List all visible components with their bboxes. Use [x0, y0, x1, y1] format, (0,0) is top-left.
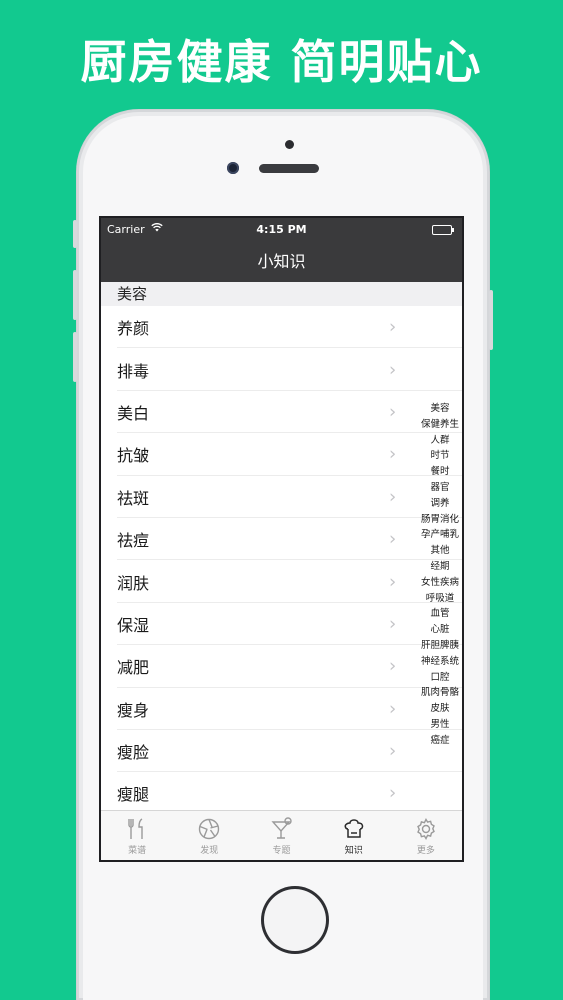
list-item-label: 祛斑: [117, 488, 150, 508]
chevron-right-icon: ›: [389, 740, 397, 762]
index-item[interactable]: 器官: [430, 480, 449, 496]
status-bar: Carrier 4:15 PM: [101, 218, 462, 242]
list-item-label: 瘦脸: [117, 743, 150, 763]
list-item[interactable]: 保湿 ›: [101, 603, 462, 646]
list-item-label: 瘦腿: [117, 785, 150, 805]
section-index[interactable]: 美容 保健养生 人群 时节 餐时 器官 调养 肠胃消化 孕产哺乳 其他 经期 女…: [417, 401, 462, 749]
chevron-right-icon: ›: [389, 655, 397, 677]
index-item[interactable]: 保健养生: [421, 417, 459, 433]
knowledge-list: 养颜 › 排毒 › 美白 › 抗皱 › 祛斑 › 祛痘 › 润肤 › 保湿 › 减肥 › 瘦身 › …: [101, 306, 462, 816]
list-item[interactable]: 瘦身 ›: [101, 688, 462, 731]
chevron-right-icon: ›: [389, 443, 397, 465]
chevron-right-icon: ›: [389, 528, 397, 550]
list-item[interactable]: 祛痘 ›: [101, 518, 462, 561]
index-item[interactable]: 餐时: [430, 464, 449, 480]
list-item[interactable]: 瘦腿 ›: [101, 772, 462, 816]
power-button: [489, 290, 493, 350]
chevron-right-icon: ›: [389, 613, 397, 635]
chevron-right-icon: ›: [389, 316, 397, 338]
earpiece-speaker: [259, 164, 319, 173]
proximity-sensor: [285, 140, 294, 149]
index-item[interactable]: 肝胆脾胰: [421, 638, 459, 654]
tab-label: 更多: [416, 846, 435, 856]
fork-knife-icon: [128, 818, 143, 839]
index-item[interactable]: 神经系统: [421, 654, 459, 670]
index-item[interactable]: 女性疾病: [421, 575, 459, 591]
index-item[interactable]: 男性: [430, 717, 449, 733]
tab-recipes[interactable]: 菜谱: [101, 811, 173, 860]
list-item[interactable]: 祛斑 ›: [101, 476, 462, 519]
chevron-right-icon: ›: [389, 571, 397, 593]
chevron-right-icon: ›: [389, 401, 397, 423]
index-item[interactable]: 癌症: [430, 733, 449, 749]
list-item-label: 保湿: [117, 615, 150, 635]
chevron-right-icon: ›: [389, 359, 397, 381]
list-item-label: 抗皱: [117, 446, 150, 466]
chef-hat-icon: [344, 819, 363, 838]
index-item[interactable]: 肠胃消化: [421, 512, 459, 528]
volume-down-button: [73, 332, 77, 382]
list-item-label: 排毒: [117, 361, 150, 381]
chevron-right-icon: ›: [389, 486, 397, 508]
home-button[interactable]: [261, 886, 329, 954]
volume-up-button: [73, 270, 77, 320]
headline: 厨房健康 简明贴心: [80, 35, 483, 89]
index-item[interactable]: 呼吸道: [426, 591, 455, 607]
tab-label: 知识: [344, 846, 363, 856]
index-item[interactable]: 心脏: [430, 622, 449, 638]
list-item-label: 瘦身: [117, 700, 150, 720]
chevron-right-icon: ›: [389, 698, 397, 720]
tab-discover[interactable]: 发现: [173, 811, 245, 860]
list-item-label: 减肥: [117, 658, 150, 678]
index-item[interactable]: 美容: [430, 401, 449, 417]
tab-label: 发现: [200, 846, 219, 856]
list-item[interactable]: 抗皱 ›: [101, 433, 462, 476]
app-screen: Carrier 4:15 PM 小知识 美容 养颜 › 排毒 › 美白 › 抗皱 › 祛…: [99, 216, 464, 862]
index-item[interactable]: 时节: [430, 448, 449, 464]
list-item-label: 祛痘: [117, 531, 150, 551]
tab-knowledge[interactable]: 知识: [318, 811, 390, 860]
index-item[interactable]: 其他: [430, 543, 449, 559]
tab-label: 菜谱: [128, 846, 147, 856]
list-item[interactable]: 润肤 ›: [101, 560, 462, 604]
list-item[interactable]: 瘦脸 ›: [101, 730, 462, 773]
front-camera: [227, 162, 239, 174]
list-item[interactable]: 减肥 ›: [101, 645, 462, 688]
cocktail-icon: [270, 817, 292, 839]
index-item[interactable]: 皮肤: [430, 701, 449, 717]
gear-icon: [417, 818, 435, 840]
tab-more[interactable]: 更多: [390, 811, 462, 860]
index-item[interactable]: 人群: [430, 433, 449, 449]
index-item[interactable]: 调养: [430, 496, 449, 512]
index-item[interactable]: 口腔: [430, 670, 449, 686]
index-item[interactable]: 孕产哺乳: [421, 527, 459, 543]
status-time: 4:15 PM: [256, 223, 307, 236]
tab-bar: 菜谱 发现 专题 知识 更多: [101, 810, 462, 860]
list-item[interactable]: 排毒 ›: [101, 348, 462, 392]
list-item[interactable]: 美白 ›: [101, 391, 462, 434]
aperture-icon: [199, 818, 220, 840]
mute-switch: [73, 220, 77, 248]
index-item[interactable]: 经期: [430, 559, 449, 575]
list-item-label: 润肤: [117, 573, 150, 593]
section-header: 美容: [101, 282, 462, 306]
battery-icon: [432, 225, 454, 235]
nav-title: 小知识: [101, 242, 462, 282]
list-item-label: 养颜: [117, 319, 150, 339]
index-item[interactable]: 血管: [430, 606, 449, 622]
tab-label: 专题: [272, 846, 291, 856]
tab-topics[interactable]: 专题: [245, 811, 317, 860]
list-item[interactable]: 养颜 ›: [101, 306, 462, 349]
index-item[interactable]: 肌肉骨骼: [421, 685, 459, 701]
chevron-right-icon: ›: [389, 782, 397, 804]
list-item-label: 美白: [117, 403, 150, 423]
